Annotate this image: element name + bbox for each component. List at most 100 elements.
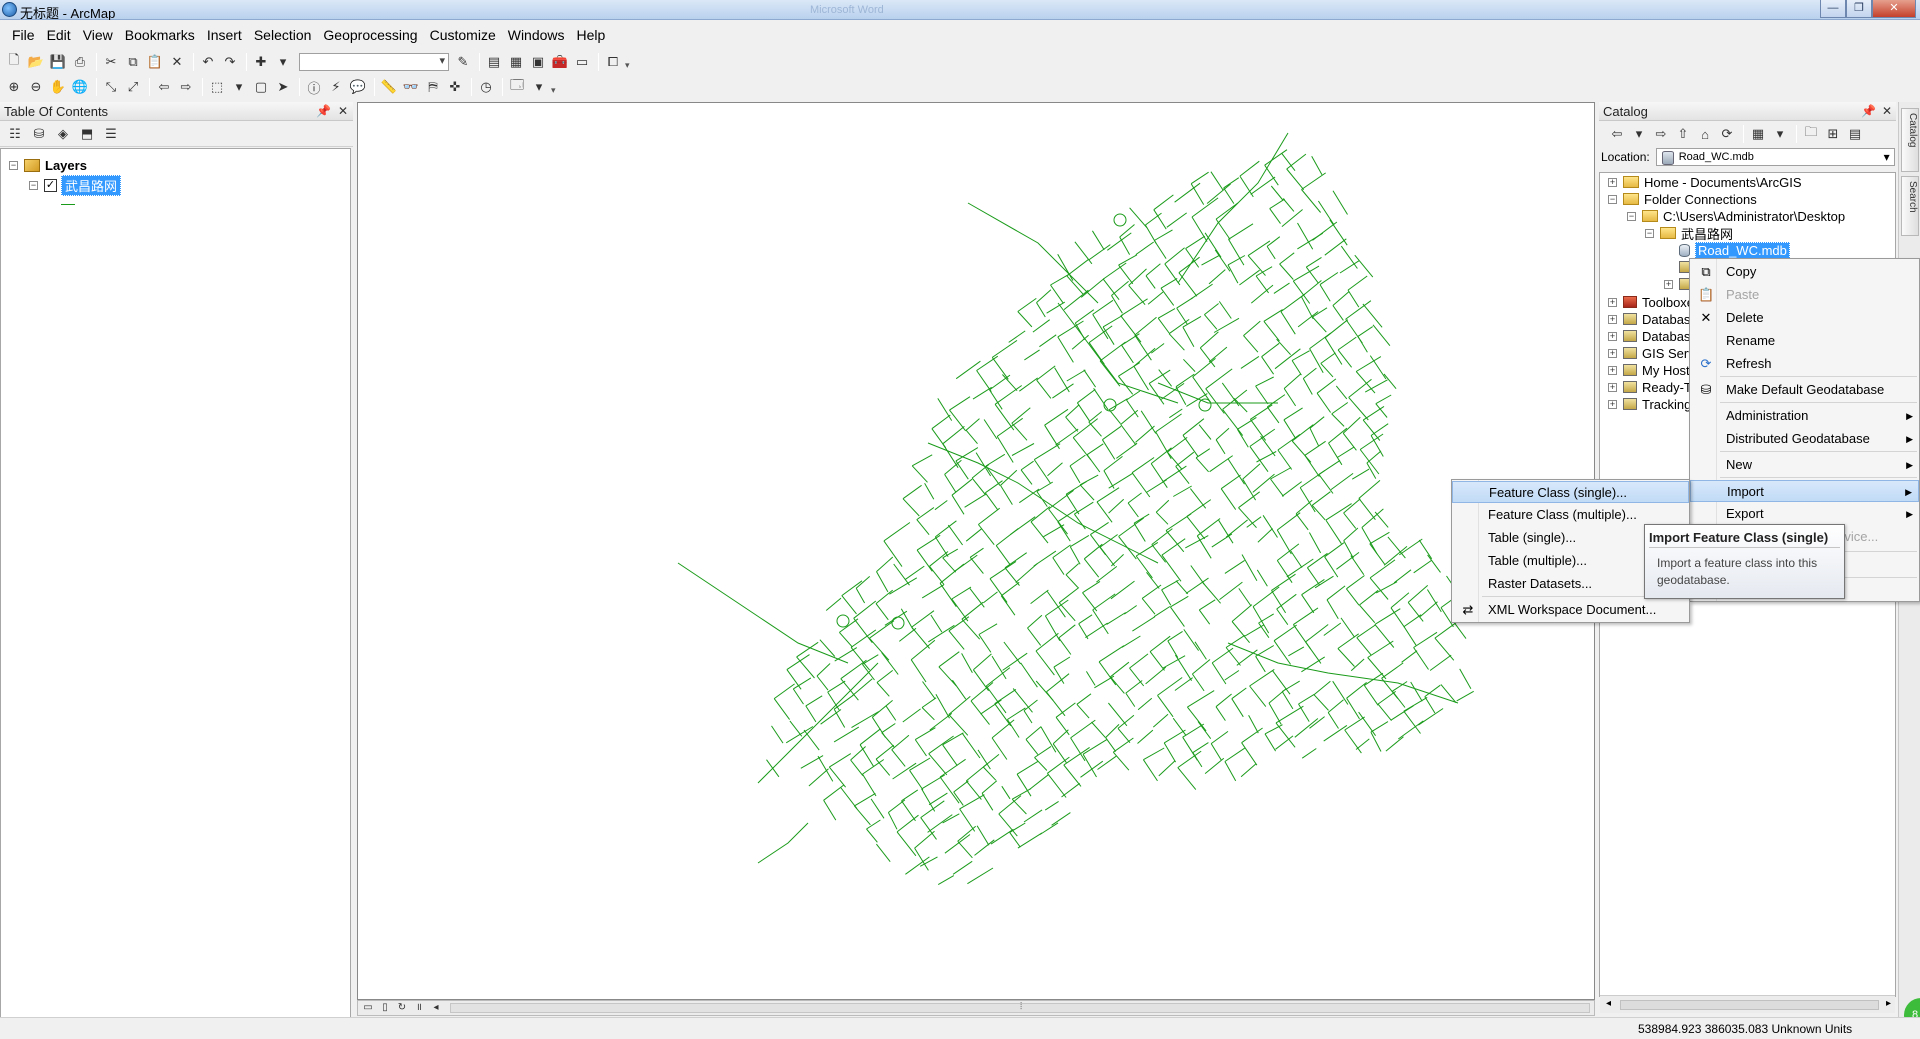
menu-windows[interactable]: Windows [502,20,571,50]
fixed-zoom-out-icon[interactable]: ⤢ [123,77,143,97]
tree-toolboxes[interactable]: + Toolboxes [1608,293,1701,311]
close-icon[interactable]: ✕ [338,102,348,121]
tree-folder-connections[interactable]: − Folder Connections [1608,190,1757,208]
collapse-icon[interactable]: − [29,180,38,190]
zoom-in-icon[interactable]: ⊕ [4,77,24,97]
collapse-icon[interactable]: − [9,160,18,170]
forward-arrow-icon[interactable]: ⇨ [1651,124,1671,144]
catalog-side-tab[interactable]: Catalog [1901,108,1919,172]
menu-view[interactable]: View [77,20,119,50]
catalog-options-icon[interactable]: ▤ [1845,124,1865,144]
back-arrow-icon[interactable]: ⇦ [154,77,174,97]
menu-edit[interactable]: Edit [41,20,77,50]
toggle-tree-icon[interactable]: ⊞ [1823,124,1843,144]
arctoolbox-icon[interactable]: 🧰 [550,52,570,72]
add-data-dropdown-icon[interactable]: ▾ [273,52,293,72]
tree-home[interactable]: + Home - Documents\ArcGIS [1608,173,1802,191]
menu-make-default-geodatabase[interactable]: ⛁ Make Default Geodatabase [1690,379,1919,401]
refresh-view-icon[interactable]: ↻ [395,1001,409,1015]
layout-view-icon[interactable]: ▯ [378,1001,392,1015]
menu-file[interactable]: File [6,20,41,50]
create-viewer-icon[interactable]: 🗔 [507,77,527,97]
back-arrow-icon[interactable]: ⇦ [1607,124,1627,144]
refresh-icon[interactable]: ⟳ [1717,124,1737,144]
add-data-icon[interactable]: ✚ [251,52,271,72]
open-folder-icon[interactable]: 📂 [26,52,46,72]
find-binoculars-icon[interactable]: 👓 [401,77,421,97]
modelbuilder-icon[interactable]: ⧠ [603,52,623,72]
layers-node[interactable]: − Layers [9,156,87,174]
html-popup-icon[interactable]: 💬 [348,77,368,97]
select-elements-arrow-icon[interactable]: ➤ [273,77,293,97]
menu-export[interactable]: Export ▶ [1690,503,1919,525]
clear-selection-icon[interactable]: ▢ [251,77,271,97]
toc-window-icon[interactable]: ▤ [484,52,504,72]
menu-copy[interactable]: ⧉ Copy [1690,261,1919,283]
menu-administration[interactable]: Administration ▶ [1690,405,1919,427]
menu-refresh[interactable]: ⟳ Refresh [1690,353,1919,375]
home-icon[interactable]: ⌂ [1695,124,1715,144]
select-features-icon[interactable]: ⬚ [207,77,227,97]
undo-icon[interactable]: ↶ [198,52,218,72]
tree-mdb[interactable]: Road_WC.mdb [1679,241,1790,259]
copy-icon[interactable]: ⧉ [123,52,143,72]
full-extent-globe-icon[interactable]: 🌐 [70,77,90,97]
tree-desktop[interactable]: − C:\Users\Administrator\Desktop [1627,207,1845,225]
back-dropdown-icon[interactable]: ▾ [1629,124,1649,144]
submenu-xml-workspace[interactable]: ⇄ XML Workspace Document... [1452,599,1689,621]
toc-options-icon[interactable]: ☰ [100,124,122,144]
up-one-level-icon[interactable]: ⇧ [1673,124,1693,144]
print-icon[interactable]: ⎙ [70,52,90,72]
location-combo[interactable]: Road_WC.mdb [1655,148,1895,166]
layer-visibility-checkbox[interactable]: ✓ [44,178,57,192]
zoom-out-icon[interactable]: ⊖ [26,77,46,97]
scroll-right-icon[interactable]: ▸ [1886,998,1891,1009]
menu-selection[interactable]: Selection [248,20,318,50]
new-document-icon[interactable]: 🗋 [4,52,24,72]
horizontal-scrollbar[interactable] [450,1001,1590,1013]
pin-icon[interactable]: 📌 [316,102,331,121]
catalog-window-icon[interactable]: ▦ [506,52,526,72]
list-by-drawing-order-icon[interactable]: ☷ [4,124,26,144]
menu-geoprocessing[interactable]: Geoprocessing [317,20,423,50]
pin-icon[interactable]: 📌 [1861,102,1876,121]
menu-paste[interactable]: 📋 Paste [1690,284,1919,306]
menu-new[interactable]: New ▶ [1690,454,1919,476]
menu-distributed-geodatabase[interactable]: Distributed Geodatabase ▶ [1690,428,1919,450]
connect-folder-icon[interactable]: 🗀 [1801,124,1821,144]
redo-icon[interactable]: ↷ [220,52,240,72]
time-slider-icon[interactable]: ◷ [476,77,496,97]
close-icon[interactable]: ✕ [1882,102,1892,121]
map-scale-combo[interactable] [299,53,449,71]
maximize-button[interactable]: ❐ [1846,0,1872,18]
minimize-button[interactable]: — [1820,0,1846,18]
menu-rename[interactable]: Rename [1690,330,1919,352]
menu-delete[interactable]: ✕ Delete [1690,307,1919,329]
cut-icon[interactable]: ✂ [101,52,121,72]
fixed-zoom-in-icon[interactable]: ⤡ [101,77,121,97]
search-side-tab[interactable]: Search [1901,176,1919,236]
toolbar-options-icon[interactable]: ▾ [625,53,631,71]
menu-insert[interactable]: Insert [201,20,248,50]
list-by-source-icon[interactable]: ⛁ [28,124,50,144]
hyperlink-icon[interactable]: ⚡ [326,77,346,97]
map-view[interactable] [357,102,1595,1000]
delete-icon[interactable]: ✕ [167,52,187,72]
toolbar2-options-icon[interactable]: ▾ [551,78,557,96]
layer-label[interactable]: 武昌路网 [61,174,122,196]
save-icon[interactable]: 💾 [48,52,68,72]
menu-customize[interactable]: Customize [424,20,502,50]
pan-hand-icon[interactable]: ✋ [48,77,68,97]
scroll-left-icon[interactable]: ◂ [429,1001,443,1015]
measure-icon[interactable]: 📏 [379,77,399,97]
scroll-left-icon[interactable]: ◂ [1606,998,1611,1009]
data-view-icon[interactable]: ▭ [361,1001,375,1015]
forward-arrow-icon[interactable]: ⇨ [176,77,196,97]
list-by-selection-icon[interactable]: ⬒ [76,124,98,144]
views-dropdown-icon[interactable]: ▾ [1770,124,1790,144]
list-by-visibility-icon[interactable]: ◈ [52,124,74,144]
menu-bookmarks[interactable]: Bookmarks [119,20,201,50]
layer-node[interactable]: − ✓ 武昌路网 [29,174,122,196]
pause-drawing-icon[interactable]: ॥ [412,1001,426,1015]
search-window-icon[interactable]: ▣ [528,52,548,72]
